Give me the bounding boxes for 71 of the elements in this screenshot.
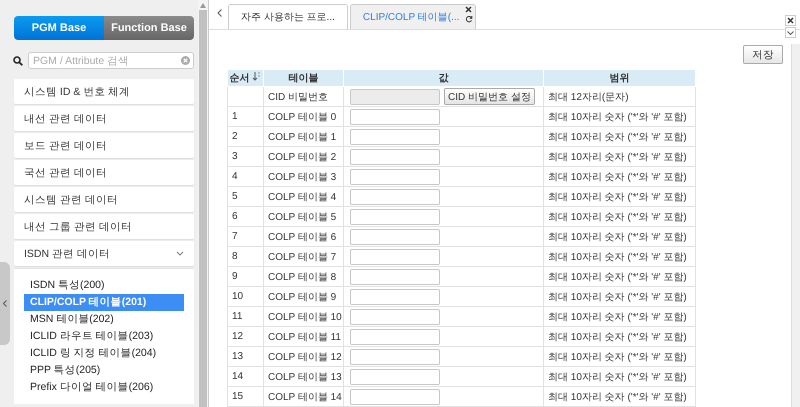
table-cell: COLP 테이블 1 xyxy=(264,126,344,146)
table-cell: 최대 10자리 숫자 ('*'와 '#' 포함) xyxy=(544,266,696,286)
table-cell: COLP 테이블 8 xyxy=(264,266,344,286)
search-field[interactable]: PGM / Attribute 검색 xyxy=(28,52,194,69)
table-cell: 최대 12자리(문자) xyxy=(544,86,696,106)
table-cell: 2 xyxy=(228,126,264,146)
tab[interactable]: CLIP/COLP 테이블(... xyxy=(350,4,476,29)
table-cell: COLP 테이블 13 xyxy=(264,366,344,386)
table-cell: 최대 10자리 숫자 ('*'와 '#' 포함) xyxy=(544,226,696,246)
table-cell: 8 xyxy=(228,246,264,266)
table-cell: 11 xyxy=(228,306,264,326)
table-cell: 최대 10자리 숫자 ('*'와 '#' 포함) xyxy=(544,126,696,146)
menu-item[interactable]: 내선 관련 데이터 xyxy=(14,106,194,131)
table-cell: 최대 10자리 숫자 ('*'와 '#' 포함) xyxy=(544,246,696,266)
column-header[interactable]: 범위 xyxy=(544,70,696,86)
table-cell: COLP 테이블 11 xyxy=(264,326,344,346)
table-cell: COLP 테이블 14 xyxy=(264,386,344,406)
table-cell: COLP 테이블 2 xyxy=(264,146,344,166)
table-cell: 12 xyxy=(228,326,264,346)
table-cell: 최대 10자리 숫자 ('*'와 '#' 포함) xyxy=(544,366,696,386)
column-header[interactable]: 값 xyxy=(344,70,544,86)
submenu-item[interactable]: PPP 특성(205) xyxy=(24,362,184,379)
mode-tab[interactable]: PGM Base xyxy=(14,16,104,40)
table-cell: 최대 10자리 숫자 ('*'와 '#' 포함) xyxy=(544,146,696,166)
table-cell: 10 xyxy=(228,286,264,306)
tab[interactable]: 자주 사용하는 프로... xyxy=(228,4,348,29)
table-cell: 13 xyxy=(228,346,264,366)
table-cell: COLP 테이블 5 xyxy=(264,206,344,226)
submenu-item[interactable]: ICLID 링 지정 테이블(204) xyxy=(24,345,184,362)
menu-item[interactable]: 보드 관련 데이터 xyxy=(14,133,194,158)
table-cell: 15 xyxy=(228,386,264,406)
table-cell: COLP 테이블 9 xyxy=(264,286,344,306)
submenu-item[interactable]: ISDN 특성(200) xyxy=(24,277,184,294)
column-header[interactable]: 테이블 xyxy=(264,70,344,86)
menu-item[interactable]: 시스템 관련 데이터 xyxy=(14,187,194,212)
table-cell: 최대 10자리 숫자 ('*'와 '#' 포함) xyxy=(544,326,696,346)
table-cell: COLP 테이블 10 xyxy=(264,306,344,326)
table-cell: 최대 10자리 숫자 ('*'와 '#' 포함) xyxy=(544,386,696,406)
table-cell: CID 비밀번호 xyxy=(264,86,344,106)
table-cell: COLP 테이블 0 xyxy=(264,106,344,126)
table-cell: 1 xyxy=(228,106,264,126)
table-cell: 3 xyxy=(228,146,264,166)
table-cell: COLP 테이블 12 xyxy=(264,346,344,366)
table-cell: 14 xyxy=(228,366,264,386)
table-cell: 7 xyxy=(228,226,264,246)
table-cell: 최대 10자리 숫자 ('*'와 '#' 포함) xyxy=(544,166,696,186)
table-cell: COLP 테이블 7 xyxy=(264,246,344,266)
table-cell: COLP 테이블 6 xyxy=(264,226,344,246)
table-cell: 최대 10자리 숫자 ('*'와 '#' 포함) xyxy=(544,346,696,366)
column-header[interactable]: 순서 xyxy=(228,70,264,86)
table-cell: 5 xyxy=(228,186,264,206)
menu-item[interactable]: 내선 그룹 관련 데이터 xyxy=(14,214,194,239)
table-cell: 최대 10자리 숫자 ('*'와 '#' 포함) xyxy=(544,306,696,326)
menu-item[interactable]: ISDN 관련 데이터 xyxy=(14,241,194,266)
table-cell: 최대 10자리 숫자 ('*'와 '#' 포함) xyxy=(544,106,696,126)
table-cell: 6 xyxy=(228,206,264,226)
table-cell: 최대 10자리 숫자 ('*'와 '#' 포함) xyxy=(544,186,696,206)
table-cell: 9 xyxy=(228,266,264,286)
table-cell: COLP 테이블 3 xyxy=(264,166,344,186)
submenu-item[interactable]: ICLID 라우트 테이블(203) xyxy=(24,328,184,345)
submenu-item[interactable]: MSN 테이블(202) xyxy=(24,311,184,328)
table-cell: 최대 10자리 숫자 ('*'와 '#' 포함) xyxy=(544,206,696,226)
submenu-item[interactable]: Prefix 다이얼 테이블(206) xyxy=(24,379,184,396)
table-cell: COLP 테이블 4 xyxy=(264,186,344,206)
table-cell: 4 xyxy=(228,166,264,186)
table-cell: 최대 10자리 숫자 ('*'와 '#' 포함) xyxy=(544,286,696,306)
password-button[interactable]: CID 비밀번호 설정 xyxy=(444,88,535,105)
save-button[interactable]: 저장 xyxy=(743,45,783,64)
menu-item[interactable]: 국선 관련 데이터 xyxy=(14,160,194,185)
mode-tab[interactable]: Function Base xyxy=(104,16,194,40)
menu-item[interactable]: 시스템 ID & 번호 체계 xyxy=(14,79,194,104)
